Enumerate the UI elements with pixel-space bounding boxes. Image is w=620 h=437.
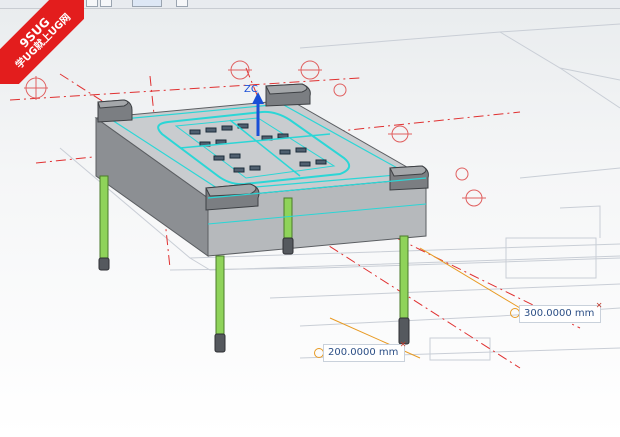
toolbar-button[interactable] — [100, 0, 112, 7]
pin-ends — [98, 237, 410, 353]
dimension-200-field[interactable]: 200.0000 mm ✕ — [323, 341, 407, 362]
toolbar-button[interactable] — [86, 0, 98, 7]
toolbar-button[interactable] — [176, 0, 188, 7]
watermark-logo: 9SUG 学UG就上UG网 — [0, 0, 84, 84]
toolbar-button[interactable] — [132, 0, 162, 7]
svg-text:ZC: ZC — [244, 84, 258, 95]
close-icon[interactable]: ✕ — [400, 341, 407, 349]
close-icon[interactable]: ✕ — [596, 302, 603, 310]
dimension-300-value: 300.0000 mm — [524, 308, 595, 319]
dimension-200-value: 200.0000 mm — [328, 347, 399, 358]
cad-viewport[interactable]: ZC — [0, 8, 620, 437]
dimension-300-field[interactable]: 300.0000 mm ✕ — [519, 302, 603, 323]
